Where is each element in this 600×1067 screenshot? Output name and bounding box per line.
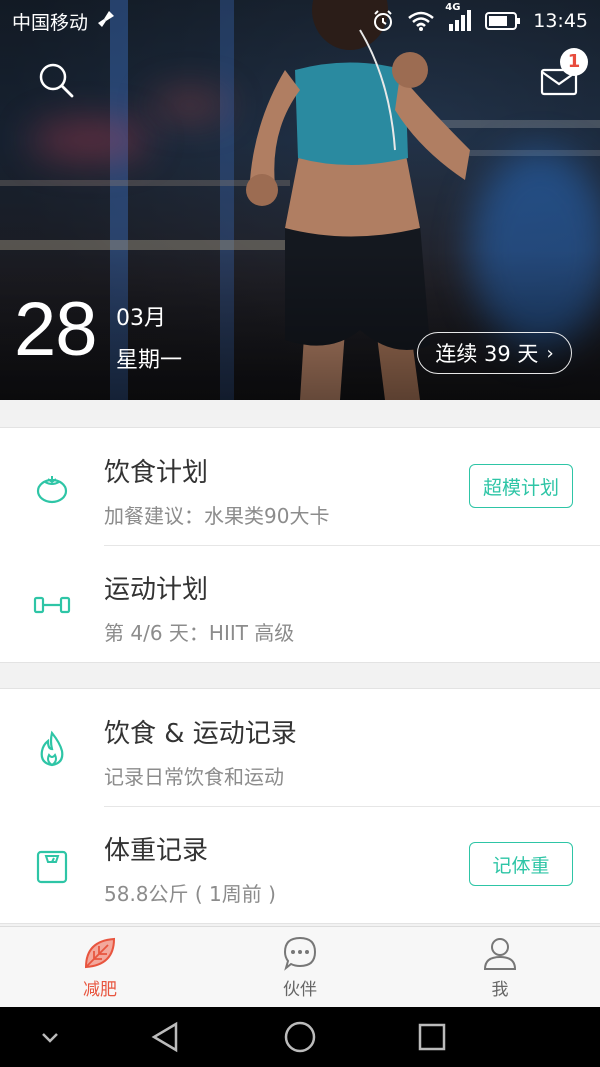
diet-plan-subtitle: 加餐建议：水果类90大卡 <box>104 504 330 528</box>
wifi-icon <box>407 10 435 32</box>
battery-icon <box>485 11 521 31</box>
exercise-plan-item[interactable]: 运动计划 第 4/6 天：HIIT 高级 <box>0 545 600 662</box>
date-weekday: 星期一 <box>116 348 183 373</box>
flame-icon <box>40 730 64 767</box>
diet-plan-item[interactable]: 饮食计划 加餐建议：水果类90大卡 超模计划 <box>0 428 600 545</box>
home-circle-icon[interactable] <box>282 1019 318 1055</box>
system-navigation-bar <box>0 1007 600 1067</box>
weight-record-subtitle: 58.8公斤 ( 1周前 ) <box>104 882 276 906</box>
messages-button[interactable]: 1 <box>540 48 588 100</box>
bottom-tab-bar: 减肥 伙伴 我 <box>0 926 600 1008</box>
leaf-icon <box>84 937 116 969</box>
notification-badge: 1 <box>560 48 588 76</box>
date-day: 28 <box>14 287 98 372</box>
dumbbell-icon <box>33 596 71 614</box>
recents-square-icon[interactable] <box>414 1019 450 1055</box>
tab-me[interactable]: 我 <box>400 927 600 1008</box>
clock-label: 13:45 <box>533 10 588 32</box>
tab-me-label: 我 <box>491 980 509 1000</box>
tab-lose-weight-label: 减肥 <box>83 980 117 1000</box>
broom-icon <box>96 9 116 34</box>
status-bar: 中国移动 4G 13:45 <box>0 0 600 42</box>
cellular-signal-icon: 4G <box>445 2 473 32</box>
collapse-chevron-icon[interactable] <box>32 1019 68 1055</box>
alarm-icon <box>371 9 395 33</box>
search-button[interactable] <box>36 60 76 100</box>
back-triangle-icon[interactable] <box>148 1019 184 1055</box>
log-weight-button[interactable]: 记体重 <box>469 842 573 886</box>
search-icon <box>39 63 74 98</box>
diet-exercise-record-subtitle: 记录日常饮食和运动 <box>104 765 284 789</box>
supermodel-plan-button[interactable]: 超模计划 <box>469 464 573 508</box>
streak-button[interactable]: 连续 39 天 › <box>417 332 572 374</box>
tab-partners-label: 伙伴 <box>283 980 317 1000</box>
diet-exercise-record-item[interactable]: 饮食 & 运动记录 记录日常饮食和运动 <box>0 689 600 806</box>
streak-label: 连续 39 天 <box>435 342 539 366</box>
diet-exercise-record-title: 饮食 & 运动记录 <box>104 719 297 749</box>
exercise-plan-subtitle: 第 4/6 天：HIIT 高级 <box>104 621 295 645</box>
person-icon <box>483 938 517 970</box>
scale-icon <box>36 850 68 884</box>
exercise-plan-title: 运动计划 <box>104 575 209 605</box>
tomato-icon <box>36 476 68 504</box>
chevron-right-icon: › <box>546 342 554 364</box>
tab-lose-weight[interactable]: 减肥 <box>0 927 200 1008</box>
records-card: 饮食 & 运动记录 记录日常饮食和运动 体重记录 58.8公斤 ( 1周前 ) … <box>0 688 600 924</box>
date-month: 03月 <box>116 306 166 331</box>
plans-card: 饮食计划 加餐建议：水果类90大卡 超模计划 运动计划 第 4/6 天：HIIT… <box>0 427 600 663</box>
chat-bubble-icon <box>283 936 317 971</box>
weight-record-title: 体重记录 <box>104 836 209 866</box>
network-type-label: 4G <box>445 2 461 13</box>
diet-plan-title: 饮食计划 <box>104 458 209 488</box>
carrier-label: 中国移动 <box>12 11 89 34</box>
tab-partners[interactable]: 伙伴 <box>200 927 400 1008</box>
weight-record-item[interactable]: 体重记录 58.8公斤 ( 1周前 ) 记体重 <box>0 806 600 923</box>
